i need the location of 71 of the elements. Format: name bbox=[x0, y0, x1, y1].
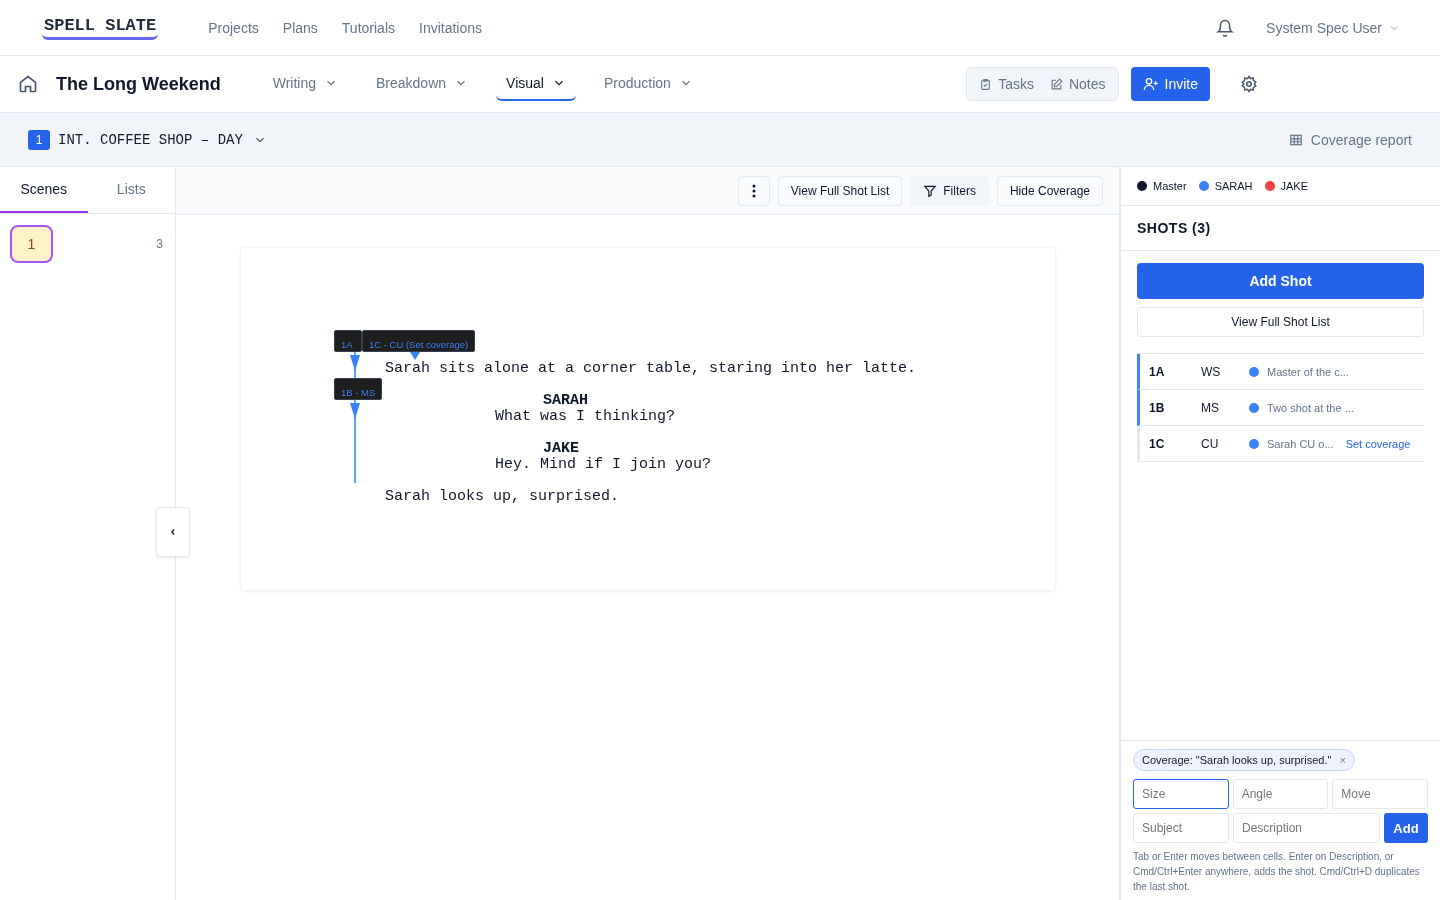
view-full-shot-list-button[interactable]: View Full Shot List bbox=[777, 175, 903, 206]
scene-card[interactable]: 1 bbox=[10, 225, 53, 263]
nav-link[interactable]: Plans bbox=[282, 19, 318, 36]
move-input[interactable]: Move bbox=[1332, 779, 1428, 809]
add-button[interactable]: Add bbox=[1384, 813, 1428, 843]
shot-size: WS bbox=[1201, 364, 1222, 379]
coverage-marker[interactable]: 1C - CU (Set coverage) bbox=[362, 330, 476, 352]
shot-id: 1C bbox=[1149, 436, 1166, 451]
legend-label: Master bbox=[1153, 180, 1187, 192]
clipboard-check-icon bbox=[979, 77, 993, 91]
coverage-chip-label: Coverage: "Sarah looks up, surprised." bbox=[1142, 754, 1332, 766]
size-input[interactable]: Size bbox=[1133, 779, 1229, 809]
sidebar-tab[interactable]: Scenes bbox=[0, 167, 88, 213]
coverage-marker[interactable]: 1A bbox=[334, 330, 362, 352]
more-vertical-icon bbox=[751, 183, 756, 198]
filters-button[interactable]: Filters bbox=[910, 175, 989, 206]
action-line: Sarah looks up, surprised. bbox=[385, 489, 620, 505]
notification-bell-icon[interactable] bbox=[1216, 18, 1235, 37]
sidebar-tab[interactable]: Lists bbox=[87, 167, 175, 213]
add-shot-button[interactable]: Add Shot bbox=[1137, 263, 1424, 299]
user-menu[interactable]: System Spec User bbox=[1266, 19, 1400, 36]
subject-input[interactable]: Subject bbox=[1133, 813, 1229, 843]
nav-link[interactable]: Tutorials bbox=[341, 19, 395, 36]
shot-description: Two shot at the ... bbox=[1267, 400, 1354, 416]
shot-description: Sarah CU o... bbox=[1267, 436, 1334, 452]
legend-label: SARAH bbox=[1214, 180, 1253, 192]
legend-label: JAKE bbox=[1280, 180, 1309, 192]
close-button[interactable]: × bbox=[1339, 754, 1346, 766]
logo[interactable]: SPELL SLATE bbox=[42, 15, 159, 40]
coverage-arrow-icon bbox=[410, 352, 420, 360]
menu-tab[interactable]: Writing bbox=[262, 67, 348, 101]
shot-row[interactable]: 1C CU Sarah CU o... Set coverage bbox=[1137, 426, 1424, 462]
dialogue-line: Hey. Mind if I join you? bbox=[494, 457, 712, 473]
shot-size: MS bbox=[1201, 400, 1220, 415]
hide-coverage-button[interactable]: Hide Coverage bbox=[996, 175, 1103, 206]
nav-link[interactable]: Projects bbox=[208, 19, 259, 36]
project-title: The Long Weekend bbox=[56, 73, 221, 95]
set-coverage-link[interactable]: Set coverage bbox=[1345, 435, 1411, 452]
table-icon bbox=[1288, 132, 1303, 147]
shot-row[interactable]: 1B MS Two shot at the ... bbox=[1137, 390, 1424, 426]
shot-size: CU bbox=[1201, 436, 1220, 451]
menu-tab[interactable]: Breakdown bbox=[366, 67, 479, 101]
notes-button[interactable]: Notes bbox=[1043, 72, 1112, 96]
coverage-marker[interactable]: 1B - MS bbox=[334, 378, 383, 400]
user-plus-icon bbox=[1142, 76, 1159, 92]
edit-icon bbox=[1049, 77, 1063, 91]
filter-icon bbox=[923, 183, 938, 198]
shot-description: Master of the c... bbox=[1267, 364, 1349, 380]
character-name: SARAH bbox=[542, 393, 588, 409]
coverage-report-button[interactable]: Coverage report bbox=[1288, 131, 1412, 148]
home-icon[interactable] bbox=[18, 74, 38, 94]
scene-number-badge: 1 bbox=[28, 129, 50, 150]
action-line: Sarah sits alone at a corner table, staring into her latte. bbox=[385, 361, 917, 377]
shot-count: 3 bbox=[156, 237, 163, 251]
shot-row[interactable]: 1A WS Master of the c... bbox=[1137, 354, 1424, 390]
keyboard-hint: Tab or Enter moves between cells. Enter on Description, or Cmd/Ctrl+Enter anywhere, adds the shot. Cmd/Ctrl+D duplicates the last shot. bbox=[1133, 850, 1421, 894]
invite-button[interactable]: Invite bbox=[1130, 67, 1210, 101]
view-full-shot-list-button[interactable]: View Full Shot List bbox=[1137, 307, 1424, 337]
character-name: JAKE bbox=[542, 441, 579, 457]
nav-link[interactable]: Invitations bbox=[419, 19, 483, 36]
shot-id: 1A bbox=[1149, 364, 1166, 379]
angle-input[interactable]: Angle bbox=[1232, 779, 1329, 809]
menu-tab[interactable]: Visual bbox=[496, 67, 576, 101]
settings-icon[interactable] bbox=[1240, 75, 1258, 93]
description-input[interactable]: Description bbox=[1233, 813, 1380, 843]
scene-heading-dropdown[interactable]: INT. COFFEE SHOP – DAY bbox=[58, 131, 267, 148]
shots-heading: SHOTS (3) bbox=[1121, 206, 1440, 251]
menu-tab[interactable]: Production bbox=[593, 67, 703, 101]
dialogue-line: What was I thinking? bbox=[494, 409, 676, 425]
shot-id: 1B bbox=[1149, 400, 1166, 415]
tasks-button[interactable]: Tasks bbox=[973, 72, 1040, 96]
